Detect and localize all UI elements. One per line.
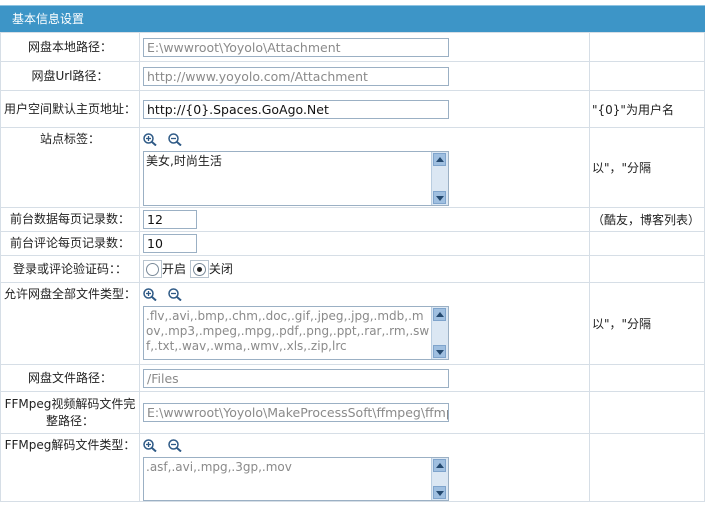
scroll-up-icon[interactable] (433, 153, 446, 166)
captcha-off-label: 关闭 (208, 261, 233, 276)
scrollbar[interactable] (431, 152, 448, 205)
section-header: 基本信息设置 (0, 5, 705, 32)
user-space-input[interactable]: http://{0}.Spaces.GoAgo.Net (143, 99, 449, 119)
label-url-path: 网盘Url路径： (0, 61, 140, 91)
label-front-page-size: 前台数据每页记录数： (0, 207, 140, 232)
label-comment-page-size: 前台评论每页记录数： (0, 231, 140, 256)
allowed-types-text: .flv,.avi,.bmp,.chm,.doc,.gif,.jpeg,.jpg… (146, 309, 430, 353)
row-user-space: 用户空间默认主页地址： http://{0}.Spaces.GoAgo.Net … (0, 90, 705, 128)
radio-off[interactable] (192, 263, 206, 277)
zoom-out-icon[interactable] (168, 288, 185, 301)
label-file-path: 网盘文件路径： (0, 364, 140, 392)
row-site-tags: 站点标签： 美女,时尚生活 以"，"分隔 (0, 127, 705, 208)
scroll-down-icon[interactable] (433, 486, 446, 499)
row-ffmpeg-path: FFMpeg视频解码文件完整路径： E:\wwwroot\Yoyolo\Make… (0, 391, 705, 434)
settings-table: 网盘本地路径： E:\wwwroot\Yoyolo\Attachment 网盘U… (0, 32, 705, 502)
row-file-path: 网盘文件路径： /Files (0, 364, 705, 392)
row-front-page-size: 前台数据每页记录数： 12 （酷友，博客列表） (0, 207, 705, 232)
ffmpeg-types-text: .asf,.avi,.mpg,.3gp,.mov (146, 460, 292, 474)
front-page-size-input[interactable]: 12 (143, 210, 197, 229)
label-ffmpeg-types: FFMpeg解码文件类型： (0, 433, 140, 502)
zoom-in-icon[interactable] (143, 439, 160, 452)
label-local-path: 网盘本地路径： (0, 32, 140, 62)
row-url-path: 网盘Url路径： http://www.yoyolo.com/Attachmen… (0, 61, 705, 91)
allowed-types-textarea[interactable]: .flv,.avi,.bmp,.chm,.doc,.gif,.jpeg,.jpg… (143, 306, 449, 360)
scroll-down-icon[interactable] (433, 191, 446, 204)
zoom-in-icon[interactable] (143, 288, 160, 301)
captcha-on-label: 开启 (162, 261, 187, 276)
captcha-off-option[interactable] (189, 260, 209, 279)
zoom-in-icon[interactable] (143, 133, 160, 146)
label-allowed-types: 允许网盘全部文件类型： (0, 282, 140, 365)
site-tags-textarea[interactable]: 美女,时尚生活 (143, 151, 449, 206)
file-path-input[interactable]: /Files (143, 368, 449, 388)
row-comment-page-size: 前台评论每页记录数： 10 (0, 231, 705, 256)
bottom-strip (0, 509, 705, 529)
label-site-tags: 站点标签： (0, 127, 140, 208)
row-captcha: 登录或评论验证码：： 开启 关闭 (0, 255, 705, 283)
url-path-input[interactable]: http://www.yoyolo.com/Attachment (143, 66, 449, 86)
ffmpeg-types-textarea[interactable]: .asf,.avi,.mpg,.3gp,.mov (143, 457, 449, 501)
label-user-space: 用户空间默认主页地址： (0, 90, 140, 128)
scrollbar[interactable] (431, 307, 448, 359)
note-user-space: "{0}"为用户名 (589, 90, 705, 128)
site-tags-text: 美女,时尚生活 (146, 154, 222, 168)
label-ffmpeg-path: FFMpeg视频解码文件完整路径： (0, 391, 140, 434)
row-allowed-types: 允许网盘全部文件类型： .flv,.avi,.bmp,.chm,.doc,.gi… (0, 282, 705, 365)
note-allowed-types: 以"，"分隔 (589, 282, 705, 365)
scroll-down-icon[interactable] (433, 345, 446, 358)
zoom-out-icon[interactable] (168, 133, 185, 146)
scroll-up-icon[interactable] (433, 308, 446, 321)
scroll-up-icon[interactable] (433, 459, 446, 472)
note-front-page-size: （酷友，博客列表） (589, 207, 705, 232)
row-local-path: 网盘本地路径： E:\wwwroot\Yoyolo\Attachment (0, 32, 705, 62)
scrollbar[interactable] (431, 458, 448, 500)
section-title: 基本信息设置 (12, 12, 85, 26)
ffmpeg-path-input[interactable]: E:\wwwroot\Yoyolo\MakeProcessSoft\ffmpeg… (143, 403, 449, 422)
label-captcha: 登录或评论验证码：： (0, 255, 140, 283)
comment-page-size-input[interactable]: 10 (143, 234, 197, 253)
row-ffmpeg-types: FFMpeg解码文件类型： .asf,.avi,.mpg,.3gp,.mov (0, 433, 705, 502)
captcha-on-option[interactable] (143, 260, 162, 279)
local-path-input[interactable]: E:\wwwroot\Yoyolo\Attachment (143, 37, 449, 57)
zoom-out-icon[interactable] (168, 439, 185, 452)
note-site-tags: 以"，"分隔 (589, 127, 705, 208)
radio-on[interactable] (146, 263, 159, 277)
